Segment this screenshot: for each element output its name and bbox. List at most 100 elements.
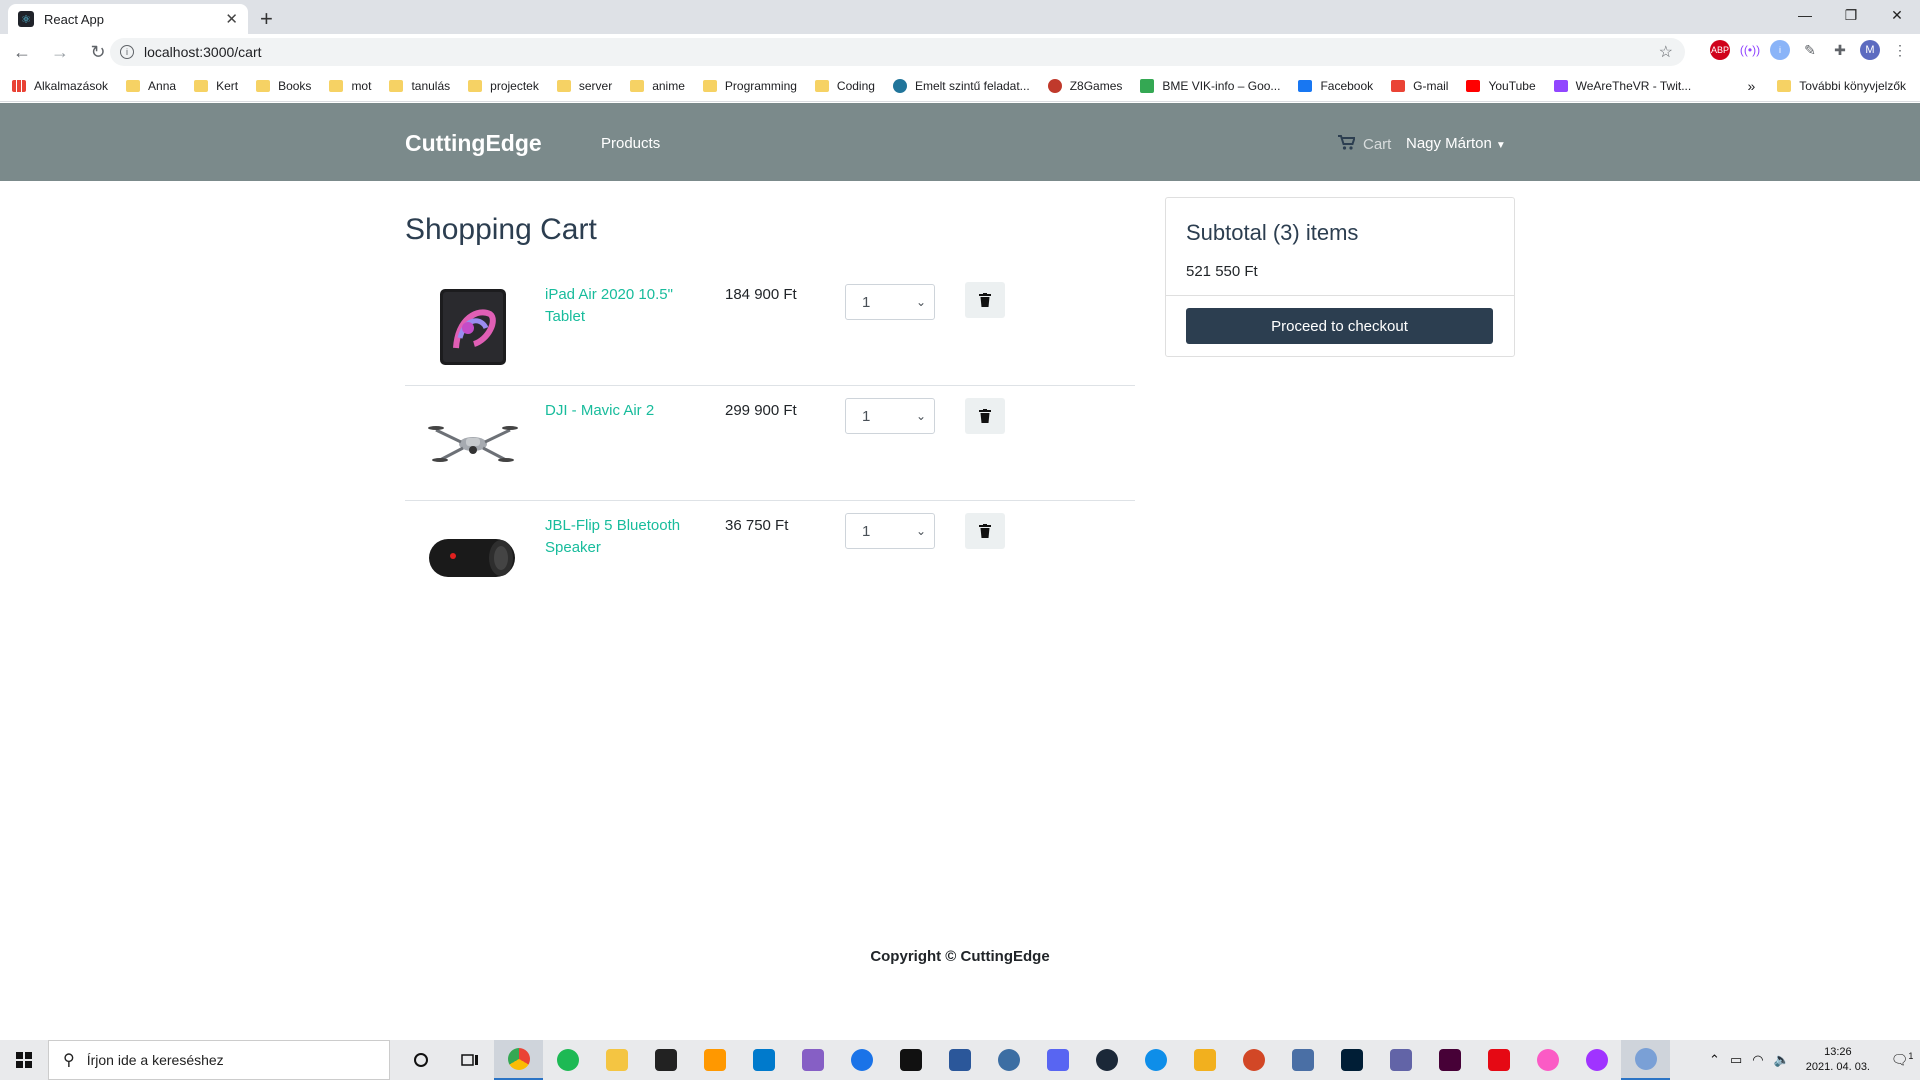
bookmark-link[interactable]: WeAreTheVR - Twit... [1553, 79, 1691, 93]
bookmark-link[interactable]: Z8Games [1047, 78, 1122, 93]
z8games-icon [1047, 78, 1062, 93]
app-icon[interactable] [1180, 1040, 1229, 1080]
caret-down-icon: ▼ [1495, 140, 1506, 151]
delete-item-button[interactable] [965, 513, 1005, 549]
restore-icon[interactable]: ❐ [1828, 0, 1874, 30]
extension-icon[interactable]: i [1770, 40, 1790, 60]
chevron-up-icon[interactable]: ⌃ [1709, 1052, 1720, 1068]
bookmark-folder[interactable]: mot [329, 79, 371, 93]
photoshop-icon[interactable] [1327, 1040, 1376, 1080]
wifi-icon[interactable]: ◠ [1752, 1052, 1763, 1068]
clock[interactable]: 13:26 2021. 04. 03. [1806, 1045, 1870, 1075]
taskbar-search-input[interactable]: ⚲ Írjon ide a kereséshez [48, 1040, 390, 1080]
profile-avatar[interactable]: M [1860, 40, 1880, 60]
app-icon[interactable] [1278, 1040, 1327, 1080]
close-tab-icon[interactable]: ✕ [225, 10, 238, 28]
sublime-text-icon[interactable] [690, 1040, 739, 1080]
chrome-menu-icon[interactable]: ⋮ [1890, 40, 1910, 60]
file-explorer-icon[interactable] [592, 1040, 641, 1080]
battery-icon[interactable]: ▭ [1730, 1052, 1742, 1068]
product-link[interactable]: iPad Air 2020 10.5" Tablet [545, 284, 695, 328]
product-link[interactable]: JBL-Flip 5 Bluetooth Speaker [545, 515, 695, 559]
nav-products-link[interactable]: Products [601, 135, 660, 152]
bookmark-link[interactable]: YouTube [1466, 79, 1536, 93]
bookmark-folder[interactable]: Kert [194, 79, 238, 93]
quantity-select[interactable]: 1 ⌄ [845, 284, 935, 320]
netflix-icon[interactable] [1474, 1040, 1523, 1080]
windows-start-icon[interactable] [0, 1040, 48, 1080]
teamviewer-icon[interactable] [1131, 1040, 1180, 1080]
brand-logo[interactable]: CuttingEdge [405, 130, 542, 157]
itunes-icon[interactable] [1523, 1040, 1572, 1080]
visual-studio-icon[interactable] [788, 1040, 837, 1080]
bookmark-link[interactable]: BME VIK-info – Goo... [1140, 78, 1280, 93]
site-info-icon[interactable]: i [120, 45, 134, 59]
broadcast-extension-icon[interactable]: ((•)) [1740, 40, 1760, 60]
folder-icon [630, 79, 645, 92]
folder-icon [702, 79, 717, 92]
folder-icon [1777, 79, 1792, 92]
delete-item-button[interactable] [965, 282, 1005, 318]
other-bookmarks[interactable]: További könyvjelzők [1799, 79, 1906, 93]
user-dropdown[interactable]: Nagy Márton ▼ [1406, 135, 1506, 152]
powerpoint-icon[interactable] [1229, 1040, 1278, 1080]
bookmark-folder[interactable]: server [556, 79, 612, 93]
bookmark-folder[interactable]: anime [630, 79, 685, 93]
extensions-puzzle-icon[interactable]: ✚ [1830, 40, 1850, 60]
bookmark-folder[interactable]: Coding [814, 79, 875, 93]
minimize-icon[interactable]: — [1782, 0, 1828, 30]
steam-icon[interactable] [1082, 1040, 1131, 1080]
bookmark-star-icon[interactable]: ☆ [1659, 42, 1673, 62]
more-bookmarks-icon[interactable]: » [1747, 78, 1755, 94]
bookmark-folder[interactable]: Programming [702, 79, 797, 93]
proceed-to-checkout-button[interactable]: Proceed to checkout [1186, 308, 1493, 344]
sync-icon[interactable] [984, 1040, 1033, 1080]
notification-center-icon[interactable]: 🗨1 [1884, 1051, 1920, 1069]
app-icon[interactable] [837, 1040, 886, 1080]
bookmark-link[interactable]: G-mail [1391, 79, 1448, 93]
address-bar[interactable]: i localhost:3000/cart ☆ [110, 38, 1685, 66]
forward-icon[interactable]: → [44, 42, 76, 63]
chrome-taskbar-icon[interactable] [494, 1040, 543, 1080]
paint-icon[interactable] [1621, 1040, 1670, 1080]
intellij-icon[interactable] [886, 1040, 935, 1080]
chevron-down-icon: ⌄ [915, 295, 926, 309]
delete-item-button[interactable] [965, 398, 1005, 434]
nav-cart-link[interactable]: Cart [1338, 135, 1391, 154]
new-tab-icon[interactable]: + [260, 6, 273, 32]
discord-icon[interactable] [1033, 1040, 1082, 1080]
messenger-icon[interactable] [1572, 1040, 1621, 1080]
quantity-select[interactable]: 1 ⌄ [845, 398, 935, 434]
folder-icon [329, 79, 344, 92]
volume-icon[interactable]: 🔈 [1774, 1052, 1790, 1068]
unity-icon[interactable] [641, 1040, 690, 1080]
bookmark-apps[interactable]: Alkalmazások [12, 79, 108, 93]
teams-icon[interactable] [1376, 1040, 1425, 1080]
quantity-select[interactable]: 1 ⌄ [845, 513, 935, 549]
product-image-speaker[interactable] [425, 513, 520, 603]
bookmark-link[interactable]: Facebook [1298, 79, 1373, 93]
spotify-icon[interactable] [543, 1040, 592, 1080]
eyedropper-extension-icon[interactable]: ✎ [1800, 40, 1820, 60]
product-link[interactable]: DJI - Mavic Air 2 [545, 400, 695, 422]
cart-label: Cart [1363, 136, 1392, 153]
bookmark-folder[interactable]: projectek [468, 79, 539, 93]
bookmark-link[interactable]: Emelt szintű feladat... [892, 78, 1030, 93]
bookmark-folder[interactable]: tanulás [389, 79, 450, 93]
product-image-ipad[interactable] [425, 282, 520, 372]
task-view-icon[interactable] [445, 1040, 494, 1080]
user-name: Nagy Márton [1406, 135, 1492, 152]
close-window-icon[interactable]: ✕ [1874, 0, 1920, 30]
browser-tab[interactable]: ⚛ React App ✕ [8, 4, 248, 34]
bookmark-folder[interactable]: Books [256, 79, 311, 93]
adblock-icon[interactable]: ABP [1710, 40, 1730, 60]
vscode-icon[interactable] [739, 1040, 788, 1080]
divider [1166, 295, 1514, 296]
tab-title: React App [44, 11, 104, 27]
cortana-icon[interactable] [396, 1040, 445, 1080]
product-image-drone[interactable] [425, 398, 520, 488]
back-icon[interactable]: ← [6, 42, 38, 63]
word-icon[interactable] [935, 1040, 984, 1080]
bookmark-folder[interactable]: Anna [126, 79, 176, 93]
adobe-xd-icon[interactable] [1425, 1040, 1474, 1080]
